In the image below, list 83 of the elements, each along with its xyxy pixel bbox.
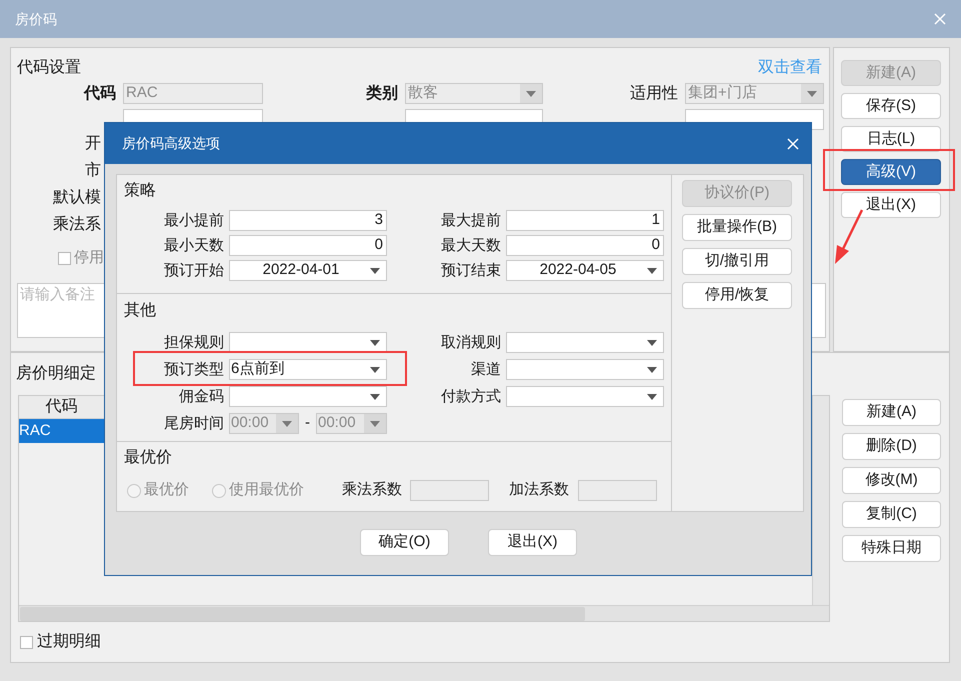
dropdown-field[interactable]: 6点前到 [229, 359, 387, 380]
dropdown-arrow-icon [647, 366, 657, 372]
close-icon[interactable] [787, 138, 799, 150]
dropdown-arrow-icon [370, 366, 380, 372]
button[interactable]: 保存(S) [841, 93, 941, 119]
button[interactable]: 退出(X) [841, 192, 941, 218]
dropdown-arrow-icon [647, 394, 657, 400]
separator: - [304, 413, 311, 434]
button: 新建(A) [841, 60, 941, 86]
field-label: 加法系数 [509, 480, 570, 500]
number-field[interactable]: 0 [229, 235, 387, 256]
field-label: 尾房时间 [164, 415, 224, 432]
field-label: 代码 [82, 84, 116, 104]
date-field[interactable]: 2022-04-05 [506, 260, 664, 281]
field-label: 最大天数 [441, 237, 501, 254]
field-label: 预订开始 [164, 262, 224, 279]
checkbox-label: 过期明细 [37, 632, 101, 652]
button: 协议价(P) [682, 180, 792, 207]
field-label: 适用性 [629, 84, 678, 104]
dropdown-arrow-icon [647, 268, 657, 274]
field-label: 担保规则 [164, 334, 224, 351]
dropdown-arrow-icon [647, 340, 657, 346]
dropdown-field[interactable] [506, 332, 664, 353]
button[interactable]: 确定(O) [360, 529, 449, 556]
dropdown-arrow-icon [807, 90, 817, 96]
radio-label: 使用最优价 [229, 480, 304, 500]
button[interactable]: 切/撤引用 [682, 248, 792, 275]
button[interactable]: 修改(M) [842, 467, 941, 494]
button[interactable]: 删除(D) [842, 433, 941, 460]
button[interactable]: 批量操作(B) [682, 214, 792, 241]
field-label: 最小提前 [164, 212, 224, 229]
field-label: 预订类型 [164, 361, 224, 378]
section-title: 最优价 [123, 448, 173, 468]
dropdown-arrow-icon [370, 340, 380, 346]
dropdown-arrow-icon [370, 268, 380, 274]
field-label: 最大提前 [441, 212, 501, 229]
section-title: 策略 [123, 181, 157, 201]
checkbox[interactable] [20, 636, 33, 648]
arrow [833, 209, 864, 265]
scrollbar[interactable] [812, 396, 829, 607]
field-label: 渠道 [471, 361, 501, 378]
field-label: 乘法系数 [342, 480, 403, 500]
window-title: 房价码 [15, 10, 57, 28]
dropdown-field[interactable] [506, 359, 664, 380]
field-label: 类别 [365, 84, 398, 104]
button[interactable]: 特殊日期 [842, 535, 941, 562]
dropdown-field[interactable] [506, 386, 664, 407]
field-label: 默认模 [53, 188, 101, 208]
dropdown-arrow-icon [526, 90, 536, 96]
field-label: 付款方式 [441, 388, 501, 405]
dropdown-arrow-icon [370, 420, 380, 426]
scrollbar[interactable] [19, 605, 829, 621]
button[interactable]: 退出(X) [488, 529, 577, 556]
scrollbar-thumb[interactable] [20, 606, 585, 620]
field-label: 最小天数 [164, 237, 224, 254]
field-label: 市 [85, 160, 101, 180]
button[interactable]: 日志(L) [841, 126, 941, 152]
checkbox[interactable] [58, 252, 71, 264]
dropdown-field[interactable] [229, 332, 387, 353]
section-title: 其他 [123, 301, 157, 321]
section-title: 房价明细定 [16, 364, 96, 384]
dialog-title: 房价码高级选项 [122, 134, 220, 153]
button[interactable]: 停用/恢复 [682, 282, 792, 309]
table-cell[interactable]: RAC [19, 419, 105, 443]
button[interactable]: 复制(C) [842, 501, 941, 528]
column-header[interactable]: 代码 [19, 396, 105, 419]
dropdown-arrow-icon [370, 394, 380, 400]
date-field[interactable]: 2022-04-01 [229, 260, 387, 281]
button[interactable]: 高级(V) [841, 159, 941, 185]
dropdown-arrow-icon [282, 420, 292, 426]
button[interactable]: 新建(A) [842, 399, 941, 426]
field-label: 佣金码 [179, 388, 224, 405]
dropdown-field[interactable] [229, 386, 387, 407]
field-label: 取消规则 [441, 334, 501, 351]
checkbox-label: 停用 [74, 248, 104, 268]
section-title: 代码设置 [17, 58, 81, 78]
field-label: 预订结束 [441, 262, 501, 279]
number-field[interactable]: 3 [229, 210, 387, 231]
radio-label: 最优价 [144, 480, 189, 500]
number-field[interactable]: 0 [506, 235, 664, 256]
number-field[interactable]: 1 [506, 210, 664, 231]
field-label: 开 [85, 134, 101, 154]
field-label: 乘法系 [53, 214, 101, 234]
